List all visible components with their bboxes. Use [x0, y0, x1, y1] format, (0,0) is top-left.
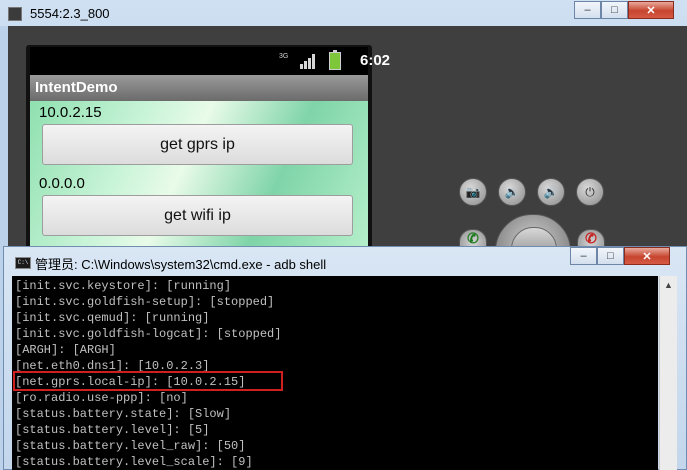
app-content: 10.0.2.15 get gprs ip 0.0.0.0 get wifi i…: [30, 101, 368, 251]
cmd-window: C:\ 管理员: C:\Windows\system32\cmd.exe - a…: [3, 246, 687, 470]
app-title: IntentDemo: [35, 79, 118, 96]
console-line: [ro.radio.use-ppp]: [no]: [15, 391, 188, 405]
emulator-window-controls: – □ ✕: [574, 1, 674, 19]
console-line: [status.battery.level_scale]: [9]: [15, 455, 253, 469]
close-button[interactable]: ✕: [628, 1, 674, 19]
battery-charging-icon: [329, 50, 341, 70]
volume-down-button[interactable]: 🔉: [498, 178, 526, 206]
cmd-maximize-button[interactable]: □: [597, 247, 624, 265]
scroll-up-arrow-icon[interactable]: ▲: [660, 276, 677, 293]
minimize-button[interactable]: –: [574, 1, 601, 19]
console-line: [init.svc.goldfish-logcat]: [stopped]: [15, 327, 282, 341]
app-title-bar: IntentDemo: [30, 75, 368, 101]
signal-strength-icon: [300, 54, 318, 69]
console-line: [status.battery.level_raw]: [50]: [15, 439, 246, 453]
cmd-window-controls: – □ ✕: [570, 247, 670, 265]
console-line: [status.battery.state]: [Slow]: [15, 407, 232, 421]
console-line: [init.svc.keystore]: [running]: [15, 279, 232, 293]
cmd-title: 管理员: C:\Windows\system32\cmd.exe - adb s…: [35, 257, 327, 272]
status-time: 6:02: [360, 52, 391, 69]
console-line: [ARGH]: [ARGH]: [15, 343, 116, 357]
volume-up-button[interactable]: 🔊: [537, 178, 565, 206]
console-line: [init.svc.goldfish-setup]: [stopped]: [15, 295, 275, 309]
vertical-scrollbar[interactable]: ▲: [659, 276, 677, 470]
console-line: [status.battery.level]: [5]: [15, 423, 210, 437]
wifi-ip-text: 0.0.0.0: [39, 175, 85, 192]
highlight-box: [13, 371, 283, 391]
android-status-bar: 3G 6:02: [30, 47, 390, 75]
network-3g-icon: 3G: [279, 53, 289, 60]
cmd-close-button[interactable]: ✕: [624, 247, 670, 265]
emulator-titlebar[interactable]: 5554:2.3_800 – □ ✕: [0, 0, 687, 26]
console-output[interactable]: [init.svc.keystore]: [running] [init.svc…: [12, 276, 658, 470]
get-wifi-ip-button[interactable]: get wifi ip: [42, 195, 353, 236]
emulator-app-icon: [8, 7, 22, 21]
emulator-title: 5554:2.3_800: [30, 6, 110, 21]
cmd-app-icon: C:\: [15, 257, 31, 269]
console-line: [init.svc.qemud]: [running]: [15, 311, 210, 325]
cmd-titlebar[interactable]: C:\ 管理员: C:\Windows\system32\cmd.exe - a…: [4, 247, 686, 275]
maximize-button[interactable]: □: [601, 1, 628, 19]
camera-button[interactable]: 📷: [459, 178, 487, 206]
power-button[interactable]: ⏻: [576, 178, 604, 206]
cmd-minimize-button[interactable]: –: [570, 247, 597, 265]
gprs-ip-text: 10.0.2.15: [39, 104, 102, 121]
get-gprs-ip-button[interactable]: get gprs ip: [42, 124, 353, 165]
